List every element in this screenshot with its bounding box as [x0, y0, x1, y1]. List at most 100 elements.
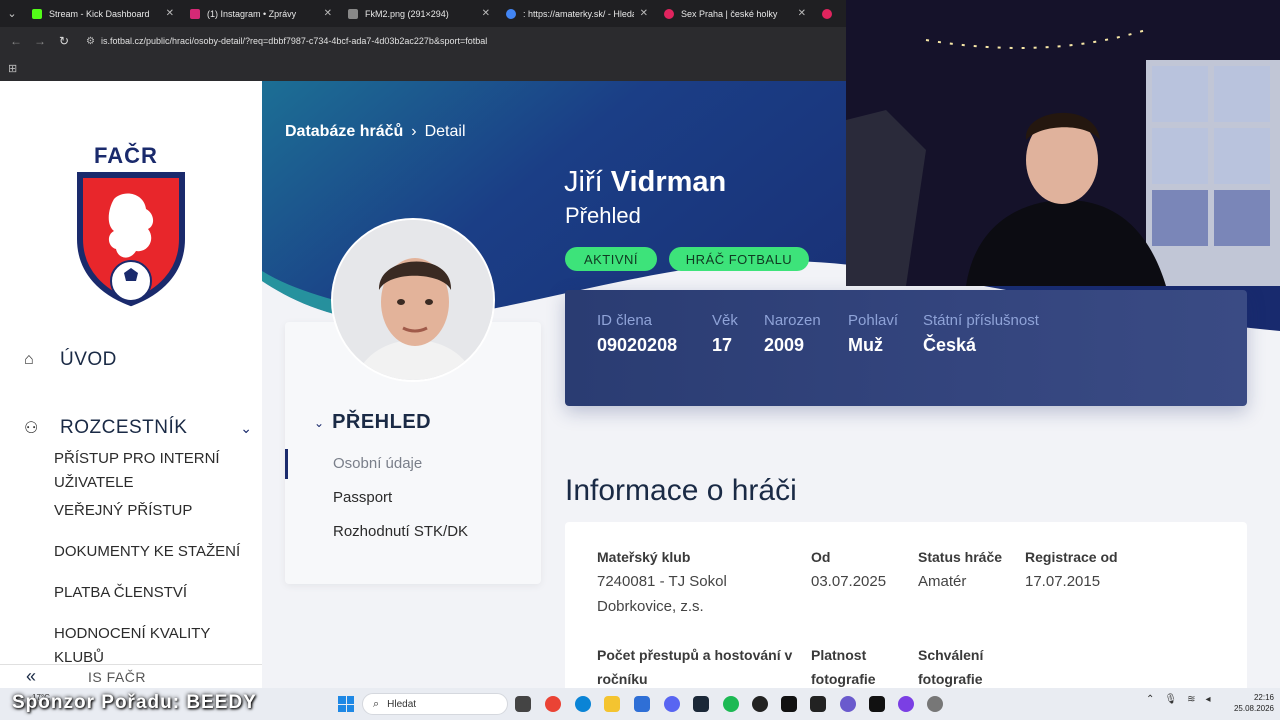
field-label: Od — [811, 549, 831, 565]
close-icon[interactable]: ✕ — [640, 8, 648, 19]
nav-sub-internal[interactable]: PŘÍSTUP PRO INTERNÍ UŽIVATELE — [54, 447, 254, 495]
tab-title: Sex Praha | české holky — [681, 8, 778, 19]
chevron-right-icon: › — [411, 123, 417, 140]
discord-icon[interactable] — [664, 696, 680, 712]
capcut-icon[interactable] — [810, 696, 826, 712]
player-info-card: Mateřský klub 7240081 - TJ Sokol Dobrkov… — [565, 522, 1247, 688]
facr-crest-icon — [77, 172, 185, 307]
nav-home-label: ÚVOD — [60, 349, 117, 370]
reload-icon[interactable]: ↻ — [52, 34, 76, 48]
field-label: Registrace od — [1025, 549, 1118, 565]
browser-tab[interactable]: FkM2.png (291×294) ✕ — [340, 0, 498, 27]
site-info-icon[interactable]: ⚙ — [86, 36, 95, 47]
player-portrait-icon — [333, 220, 493, 380]
id-field-member: ID člena 09020208 — [597, 312, 677, 356]
wifi-icon[interactable]: ≋ — [1187, 694, 1195, 705]
tab-title: (1) Instagram • Zprávy — [207, 8, 297, 19]
epic-games-icon[interactable] — [869, 696, 885, 712]
field-value: 7240081 - TJ Sokol Dobrkovice, z.s. — [597, 573, 727, 615]
field-label: Narozen — [764, 312, 821, 329]
nav-rozcestnik[interactable]: ⚇ ROZCESTNÍK ⌄ — [24, 417, 252, 439]
edge-icon[interactable] — [575, 696, 591, 712]
settings-icon[interactable] — [927, 696, 943, 712]
id-field-nationality: Státní příslušnost Česká — [923, 312, 1039, 356]
app-icon[interactable] — [840, 696, 856, 712]
id-field-gender: Pohlaví Muž — [848, 312, 898, 356]
taskbar-search[interactable]: ⌕ Hledat — [362, 693, 508, 715]
close-icon[interactable]: ✕ — [798, 8, 806, 19]
logo-text: FAČR — [94, 143, 158, 168]
instagram-icon — [190, 8, 200, 19]
tab-title: : https://amaterky.sk/ - Hledat G — [523, 8, 634, 19]
kick-icon — [32, 8, 42, 19]
status-badge-player-type: HRÁČ FOTBALU — [669, 247, 809, 271]
overview-heading-label: PŘEHLED — [332, 411, 432, 433]
field-label: ID člena — [597, 312, 653, 329]
field-value: 2009 — [764, 335, 805, 355]
clock-time: 22:16 — [1253, 693, 1274, 702]
nav-sub-documents[interactable]: DOKUMENTY KE STAŽENÍ — [54, 540, 254, 564]
menu-item-personal-info[interactable]: Osobní údaje — [333, 455, 422, 472]
steam-icon[interactable] — [693, 696, 709, 712]
file-explorer-icon[interactable] — [604, 696, 620, 712]
app-icon[interactable] — [898, 696, 914, 712]
overview-heading[interactable]: ⌄ PŘEHLED — [314, 411, 431, 434]
user-icon: ⚇ — [24, 420, 39, 437]
chevron-down-icon[interactable]: ⌄ — [240, 420, 252, 437]
field-label: Mateřský klub — [597, 549, 691, 565]
facr-logo[interactable]: FAČR — [72, 143, 190, 307]
player-name: Jiří Vidrman — [564, 166, 726, 199]
browser-tab-bar: ⌄ Stream - Kick Dashboard ✕ (1) Instagra… — [0, 0, 846, 27]
browser-tab[interactable]: : https://amaterky.sk/ - Hledat G ✕ — [498, 0, 656, 27]
forward-icon[interactable]: → — [28, 34, 52, 48]
breadcrumb: Databáze hráčů › Detail — [285, 123, 466, 141]
address-bar: ← → ↻ ⚙ is.fotbal.cz/public/hraci/osoby-… — [0, 27, 846, 55]
info-player-status: Status hráče Amatér — [918, 545, 1018, 594]
player-last-name: Vidrman — [610, 166, 727, 198]
browser-tab[interactable]: (1) Instagram • Zprávy ✕ — [182, 0, 340, 27]
field-value: Česká — [923, 335, 977, 355]
back-icon[interactable]: ← — [4, 34, 28, 48]
tab-list-button[interactable]: ⌄ — [0, 0, 24, 27]
browser-tab[interactable]: H — [814, 0, 844, 27]
browser-tab[interactable]: Sex Praha | české holky ✕ — [656, 0, 814, 27]
field-label: Státní příslušnost — [923, 312, 1039, 329]
start-button[interactable] — [338, 696, 354, 712]
apps-icon[interactable]: ⊞ — [8, 62, 17, 75]
id-field-born: Narozen 2009 — [764, 312, 821, 356]
system-clock[interactable]: 22:16 25.08.2026 — [1226, 692, 1274, 714]
url-field[interactable]: ⚙ is.fotbal.cz/public/hraci/osoby-detail… — [86, 36, 487, 47]
menu-item-decisions[interactable]: Rozhodnutí STK/DK — [333, 523, 468, 540]
field-value: 17 — [712, 335, 733, 355]
spotify-icon[interactable] — [723, 696, 739, 712]
nav-sub-public[interactable]: VEŘEJNÝ PŘÍSTUP — [54, 499, 254, 523]
browser-tab[interactable]: Stream - Kick Dashboard ✕ — [24, 0, 182, 27]
field-label: Pohlaví — [848, 312, 899, 329]
close-icon[interactable]: ✕ — [482, 8, 490, 19]
tab-title: Stream - Kick Dashboard — [49, 8, 150, 19]
menu-item-passport[interactable]: Passport — [333, 489, 392, 506]
sidebar-footer-label: IS FAČR — [88, 668, 146, 685]
breadcrumb-current: Detail — [424, 123, 466, 140]
notepad-icon[interactable] — [634, 696, 650, 712]
volume-icon[interactable]: ◂ — [1205, 694, 1210, 705]
nav-home[interactable]: ⌂ ÚVOD — [24, 349, 117, 371]
nav-sub-club-quality[interactable]: HODNOCENÍ KVALITY KLUBŮ — [54, 622, 264, 670]
nav-sub-payment[interactable]: PLATBA ČLENSTVÍ — [54, 581, 254, 605]
bookmarks-bar: ⊞ — [0, 55, 846, 81]
tiktok-icon[interactable] — [781, 696, 797, 712]
section-title: Informace o hráči — [565, 474, 797, 507]
sidebar: FAČR ⌂ ÚVOD ⚇ ROZCESTNÍK ⌄ PŘÍSTUP PRO I… — [0, 81, 262, 688]
task-view-icon[interactable] — [515, 696, 531, 712]
microphone-icon[interactable]: 🎙 — [1164, 694, 1177, 705]
sponsor-overlay-text: Sponzor Pořadu: BEEDY — [12, 692, 257, 713]
info-parent-club: Mateřský klub 7240081 - TJ Sokol Dobrkov… — [597, 545, 797, 619]
breadcrumb-root[interactable]: Databáze hráčů — [285, 123, 403, 141]
close-icon[interactable]: ✕ — [166, 8, 174, 19]
collapse-sidebar-icon[interactable]: « — [26, 666, 36, 687]
chevron-up-icon[interactable]: ⌃ — [1146, 694, 1154, 705]
chevron-down-icon: ⌄ — [314, 415, 325, 430]
chrome-icon[interactable] — [545, 696, 561, 712]
obs-icon[interactable] — [752, 696, 768, 712]
close-icon[interactable]: ✕ — [324, 8, 332, 19]
